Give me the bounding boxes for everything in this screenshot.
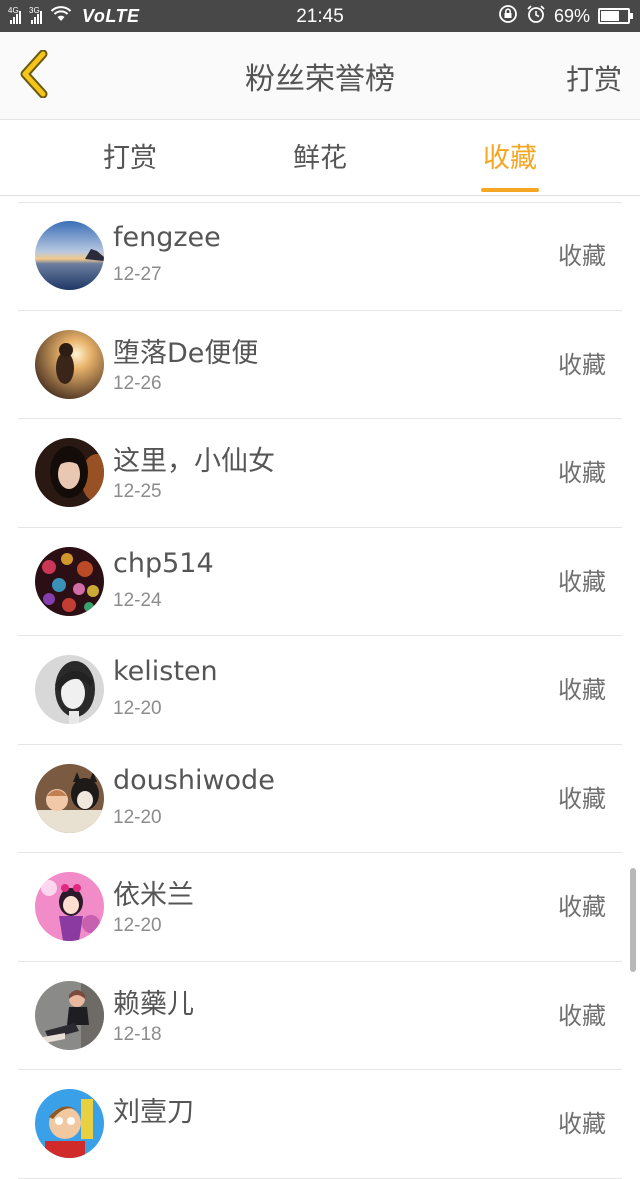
user-name: fengzee [113, 222, 221, 253]
list-item[interactable]: 刘壹刀 收藏 [18, 1070, 622, 1179]
tab-label: 打赏 [103, 143, 157, 174]
action-label: 收藏 [558, 242, 606, 270]
list-item[interactable]: 这里，小仙女 12-25 收藏 [18, 419, 622, 528]
date: 12-26 [113, 372, 162, 394]
avatar[interactable] [35, 872, 104, 941]
page-title: 粉丝荣誉榜 [245, 62, 395, 97]
reward-button[interactable]: 打赏 [566, 32, 622, 120]
date: 12-27 [113, 264, 162, 285]
status-bar: 4G 3G VoLTE 21:45 69% [0, 0, 640, 32]
user-name: 刘壹刀 [113, 1097, 194, 1128]
nav-bar: 粉丝荣誉榜 打赏 [0, 32, 640, 120]
action-label: 收藏 [558, 1110, 606, 1138]
user-name: chp514 [113, 547, 214, 579]
tab-bar: 打赏 鲜花 收藏 [0, 121, 640, 196]
action-label: 收藏 [558, 893, 606, 921]
fan-list: fengzee 12-27 收藏 堕落De便便 12-26 收藏 这里，小仙女 … [0, 202, 640, 1179]
date: 12-25 [113, 481, 162, 502]
tab-favorites[interactable]: 收藏 [430, 121, 590, 196]
avatar[interactable] [35, 329, 104, 399]
tab-reward[interactable]: 打赏 [50, 121, 210, 196]
user-name: 依米兰 [113, 880, 194, 911]
status-right: 69% [498, 0, 633, 32]
action-label: 收藏 [558, 350, 606, 379]
user-name: 这里，小仙女 [113, 446, 275, 477]
rotation-lock-icon [498, 4, 518, 29]
avatar[interactable] [35, 1089, 104, 1158]
alarm-icon [526, 4, 546, 29]
date: 12-24 [113, 589, 162, 611]
battery-percent: 69% [553, 5, 590, 26]
active-tab-indicator [481, 188, 539, 192]
avatar[interactable] [35, 763, 104, 833]
action-label: 收藏 [558, 784, 606, 813]
date: 12-20 [113, 915, 162, 936]
list-item[interactable]: 依米兰 12-20 收藏 [18, 853, 622, 962]
user-name: doushiwode [113, 764, 275, 796]
date: 12-20 [113, 806, 162, 828]
user-name: 堕落De便便 [113, 337, 259, 369]
list-item[interactable]: chp514 12-24 收藏 [18, 528, 622, 636]
date: 12-18 [113, 1023, 162, 1045]
avatar[interactable] [35, 221, 104, 290]
battery-icon [598, 8, 633, 24]
list-item[interactable]: 赖藥儿 12-18 收藏 [18, 962, 622, 1070]
avatar[interactable] [35, 655, 104, 724]
user-name: 赖藥儿 [113, 988, 194, 1020]
scrollbar[interactable] [630, 868, 636, 972]
action-label: 收藏 [558, 567, 606, 596]
tab-flowers[interactable]: 鲜花 [240, 121, 400, 196]
list-item[interactable]: kelisten 12-20 收藏 [18, 636, 622, 745]
date: 12-20 [113, 698, 162, 719]
user-name: kelisten [113, 656, 218, 687]
list-item[interactable]: doushiwode 12-20 收藏 [18, 745, 622, 853]
tab-label: 鲜花 [293, 143, 347, 174]
avatar[interactable] [35, 546, 104, 616]
action-label: 收藏 [558, 459, 606, 487]
list-item[interactable]: fengzee 12-27 收藏 [18, 202, 622, 311]
tab-label: 收藏 [483, 143, 537, 174]
list-item[interactable]: 堕落De便便 12-26 收藏 [18, 311, 622, 419]
avatar[interactable] [35, 980, 104, 1050]
avatar[interactable] [35, 438, 104, 507]
action-label: 收藏 [558, 676, 606, 704]
action-label: 收藏 [558, 1001, 606, 1030]
